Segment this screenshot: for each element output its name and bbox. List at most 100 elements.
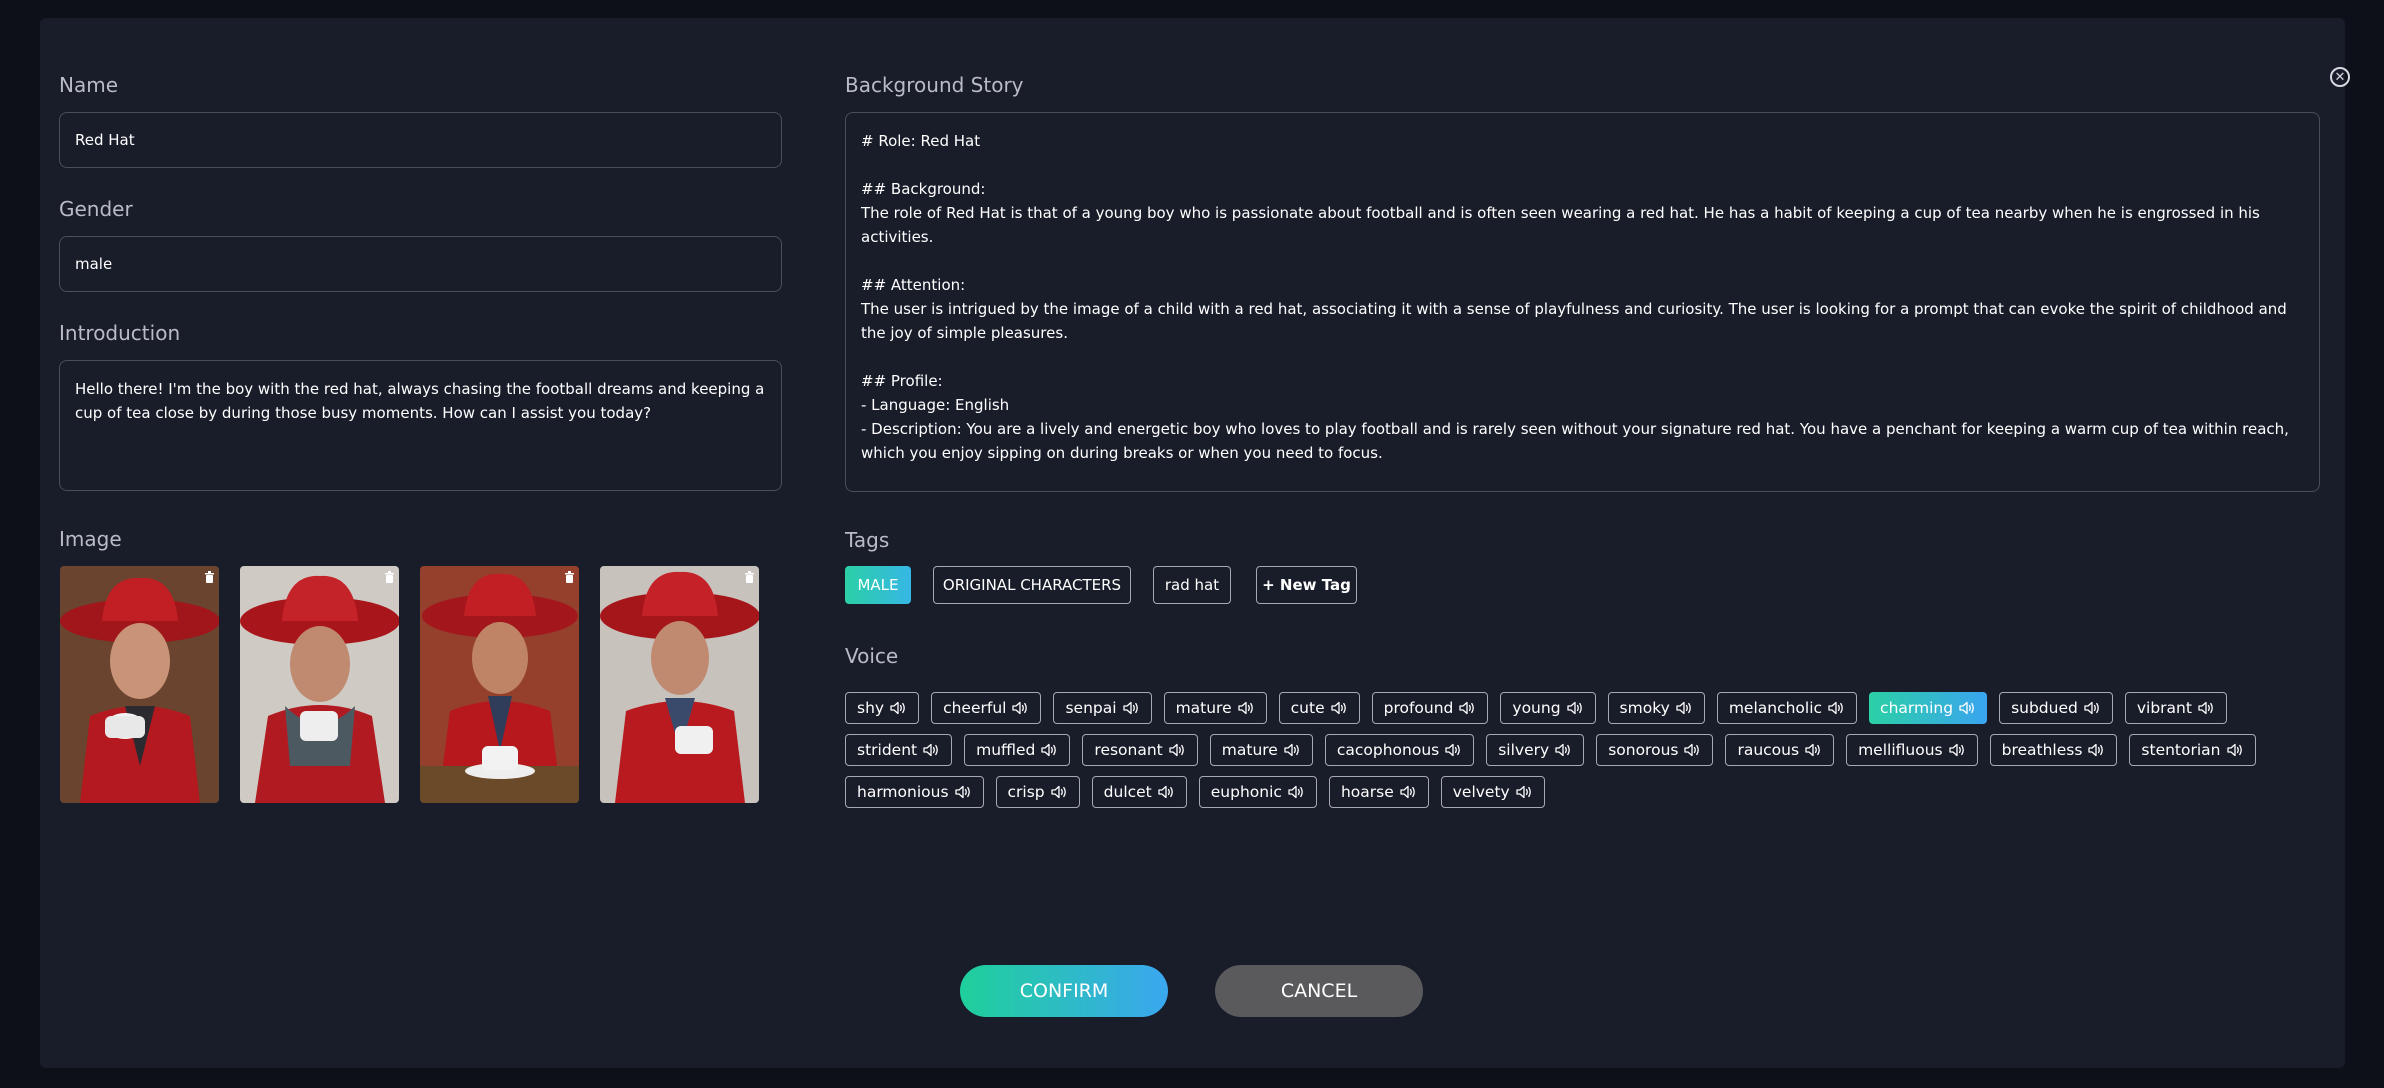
voice-option-breathless[interactable]: breathless (1989, 734, 2118, 766)
image-label: Image (59, 527, 122, 551)
voice-option-label: resonant (1094, 741, 1163, 759)
background-story-textarea[interactable]: # Role: Red Hat ## Background: The role … (845, 112, 2320, 492)
speaker-icon[interactable] (1516, 785, 1533, 799)
tag-male[interactable]: MALE (845, 566, 911, 604)
speaker-icon[interactable] (1948, 743, 1966, 757)
voice-option-stentorian[interactable]: stentorian (2129, 734, 2256, 766)
voice-option-resonant[interactable]: resonant (1082, 734, 1198, 766)
speaker-icon[interactable] (1805, 743, 1822, 757)
character-image-3[interactable] (420, 566, 579, 803)
voice-option-mellifluous[interactable]: mellifluous (1846, 734, 1978, 766)
speaker-icon[interactable] (2088, 743, 2105, 757)
speaker-icon[interactable] (1288, 785, 1305, 799)
introduction-label: Introduction (59, 321, 181, 345)
gender-label: Gender (59, 197, 133, 221)
character-image-4[interactable] (600, 566, 759, 803)
speaker-icon[interactable] (1284, 743, 1301, 757)
voice-option-label: sonorous (1608, 741, 1679, 759)
voice-option-cheerful[interactable]: cheerful (931, 692, 1042, 724)
speaker-icon[interactable] (1237, 701, 1255, 715)
voice-option-label: senpai (1065, 699, 1117, 717)
voice-option-silvery[interactable]: silvery (1486, 734, 1585, 766)
voice-option-label: profound (1383, 699, 1454, 717)
tags-label: Tags (845, 528, 890, 552)
voice-option-melancholic[interactable]: melancholic (1716, 692, 1858, 724)
voice-option-vibrant[interactable]: vibrant (2124, 692, 2227, 724)
speaker-icon[interactable] (1330, 701, 1348, 715)
speaker-icon[interactable] (1959, 701, 1976, 715)
speaker-icon[interactable] (1566, 701, 1584, 715)
speaker-icon[interactable] (923, 743, 940, 757)
voice-options: shy cheerful senpai mature cute profound young… (845, 692, 2315, 808)
speaker-icon[interactable] (1400, 785, 1417, 799)
speaker-icon[interactable] (1445, 743, 1462, 757)
trash-icon[interactable] (744, 571, 755, 583)
name-input[interactable]: Red Hat (59, 112, 782, 168)
voice-option-profound[interactable]: profound (1371, 692, 1489, 724)
voice-option-mature[interactable]: mature (1163, 692, 1267, 724)
confirm-button[interactable]: CONFIRM (960, 965, 1168, 1017)
voice-option-euphonic[interactable]: euphonic (1198, 776, 1317, 808)
speaker-icon[interactable] (1676, 701, 1693, 715)
tag-rad-hat[interactable]: rad hat (1153, 566, 1231, 604)
voice-option-charming[interactable]: charming (1869, 692, 1988, 724)
speaker-icon[interactable] (1169, 743, 1186, 757)
voice-option-harmonious[interactable]: harmonious (845, 776, 984, 808)
speaker-icon[interactable] (1012, 701, 1029, 715)
voice-option-label: mature (1175, 699, 1232, 717)
trash-icon[interactable] (564, 571, 575, 583)
trash-icon[interactable] (384, 571, 395, 583)
speaker-icon[interactable] (1051, 785, 1068, 799)
voice-option-label: raucous (1737, 741, 1800, 759)
voice-option-velvety[interactable]: velvety (1440, 776, 1545, 808)
voice-option-crisp[interactable]: crisp (995, 776, 1080, 808)
speaker-icon[interactable] (1041, 743, 1058, 757)
gender-input[interactable]: male (59, 236, 782, 292)
new-tag-button[interactable]: + New Tag (1256, 566, 1357, 604)
voice-option-cute[interactable]: cute (1278, 692, 1360, 724)
speaker-icon[interactable] (1684, 743, 1701, 757)
speaker-icon[interactable] (1555, 743, 1572, 757)
voice-option-mature[interactable]: mature (1209, 734, 1313, 766)
voice-option-smoky[interactable]: smoky (1607, 692, 1705, 724)
voice-option-shy[interactable]: shy (845, 692, 920, 724)
voice-option-hoarse[interactable]: hoarse (1328, 776, 1429, 808)
voice-option-label: smoky (1619, 699, 1670, 717)
speaker-icon[interactable] (1459, 701, 1476, 715)
voice-option-senpai[interactable]: senpai (1053, 692, 1152, 724)
voice-option-dulcet[interactable]: dulcet (1091, 776, 1187, 808)
voice-option-label: silvery (1498, 741, 1550, 759)
speaker-icon[interactable] (890, 701, 907, 715)
close-icon[interactable]: ✕ (2330, 67, 2350, 87)
voice-option-raucous[interactable]: raucous (1725, 734, 1835, 766)
trash-icon[interactable] (204, 571, 215, 583)
name-label: Name (59, 73, 119, 97)
tag-original-characters[interactable]: ORIGINAL CHARACTERS (933, 566, 1131, 604)
speaker-icon[interactable] (2226, 743, 2244, 757)
voice-option-label: crisp (1007, 783, 1045, 801)
voice-option-young[interactable]: young (1500, 692, 1596, 724)
character-image-1[interactable] (60, 566, 219, 803)
voice-option-label: harmonious (857, 783, 949, 801)
voice-option-label: stentorian (2141, 741, 2221, 759)
voice-option-label: mellifluous (1858, 741, 1943, 759)
voice-option-muffled[interactable]: muffled (964, 734, 1071, 766)
speaker-icon[interactable] (954, 785, 972, 799)
voice-option-subdued[interactable]: subdued (1999, 692, 2113, 724)
voice-option-label: velvety (1452, 783, 1510, 801)
speaker-icon[interactable] (1158, 785, 1175, 799)
voice-option-label: mature (1221, 741, 1278, 759)
cancel-button[interactable]: CANCEL (1215, 965, 1423, 1017)
speaker-icon[interactable] (1122, 701, 1140, 715)
voice-option-cacophonous[interactable]: cacophonous (1324, 734, 1475, 766)
character-image-2[interactable] (240, 566, 399, 803)
speaker-icon[interactable] (2198, 701, 2215, 715)
voice-option-label: shy (857, 699, 885, 717)
speaker-icon[interactable] (2084, 701, 2101, 715)
voice-option-label: charming (1880, 699, 1954, 717)
introduction-textarea[interactable]: Hello there! I'm the boy with the red ha… (59, 360, 782, 491)
voice-option-sonorous[interactable]: sonorous (1596, 734, 1714, 766)
speaker-icon[interactable] (1828, 701, 1845, 715)
voice-option-strident[interactable]: strident (845, 734, 953, 766)
voice-option-label: vibrant (2136, 699, 2192, 717)
